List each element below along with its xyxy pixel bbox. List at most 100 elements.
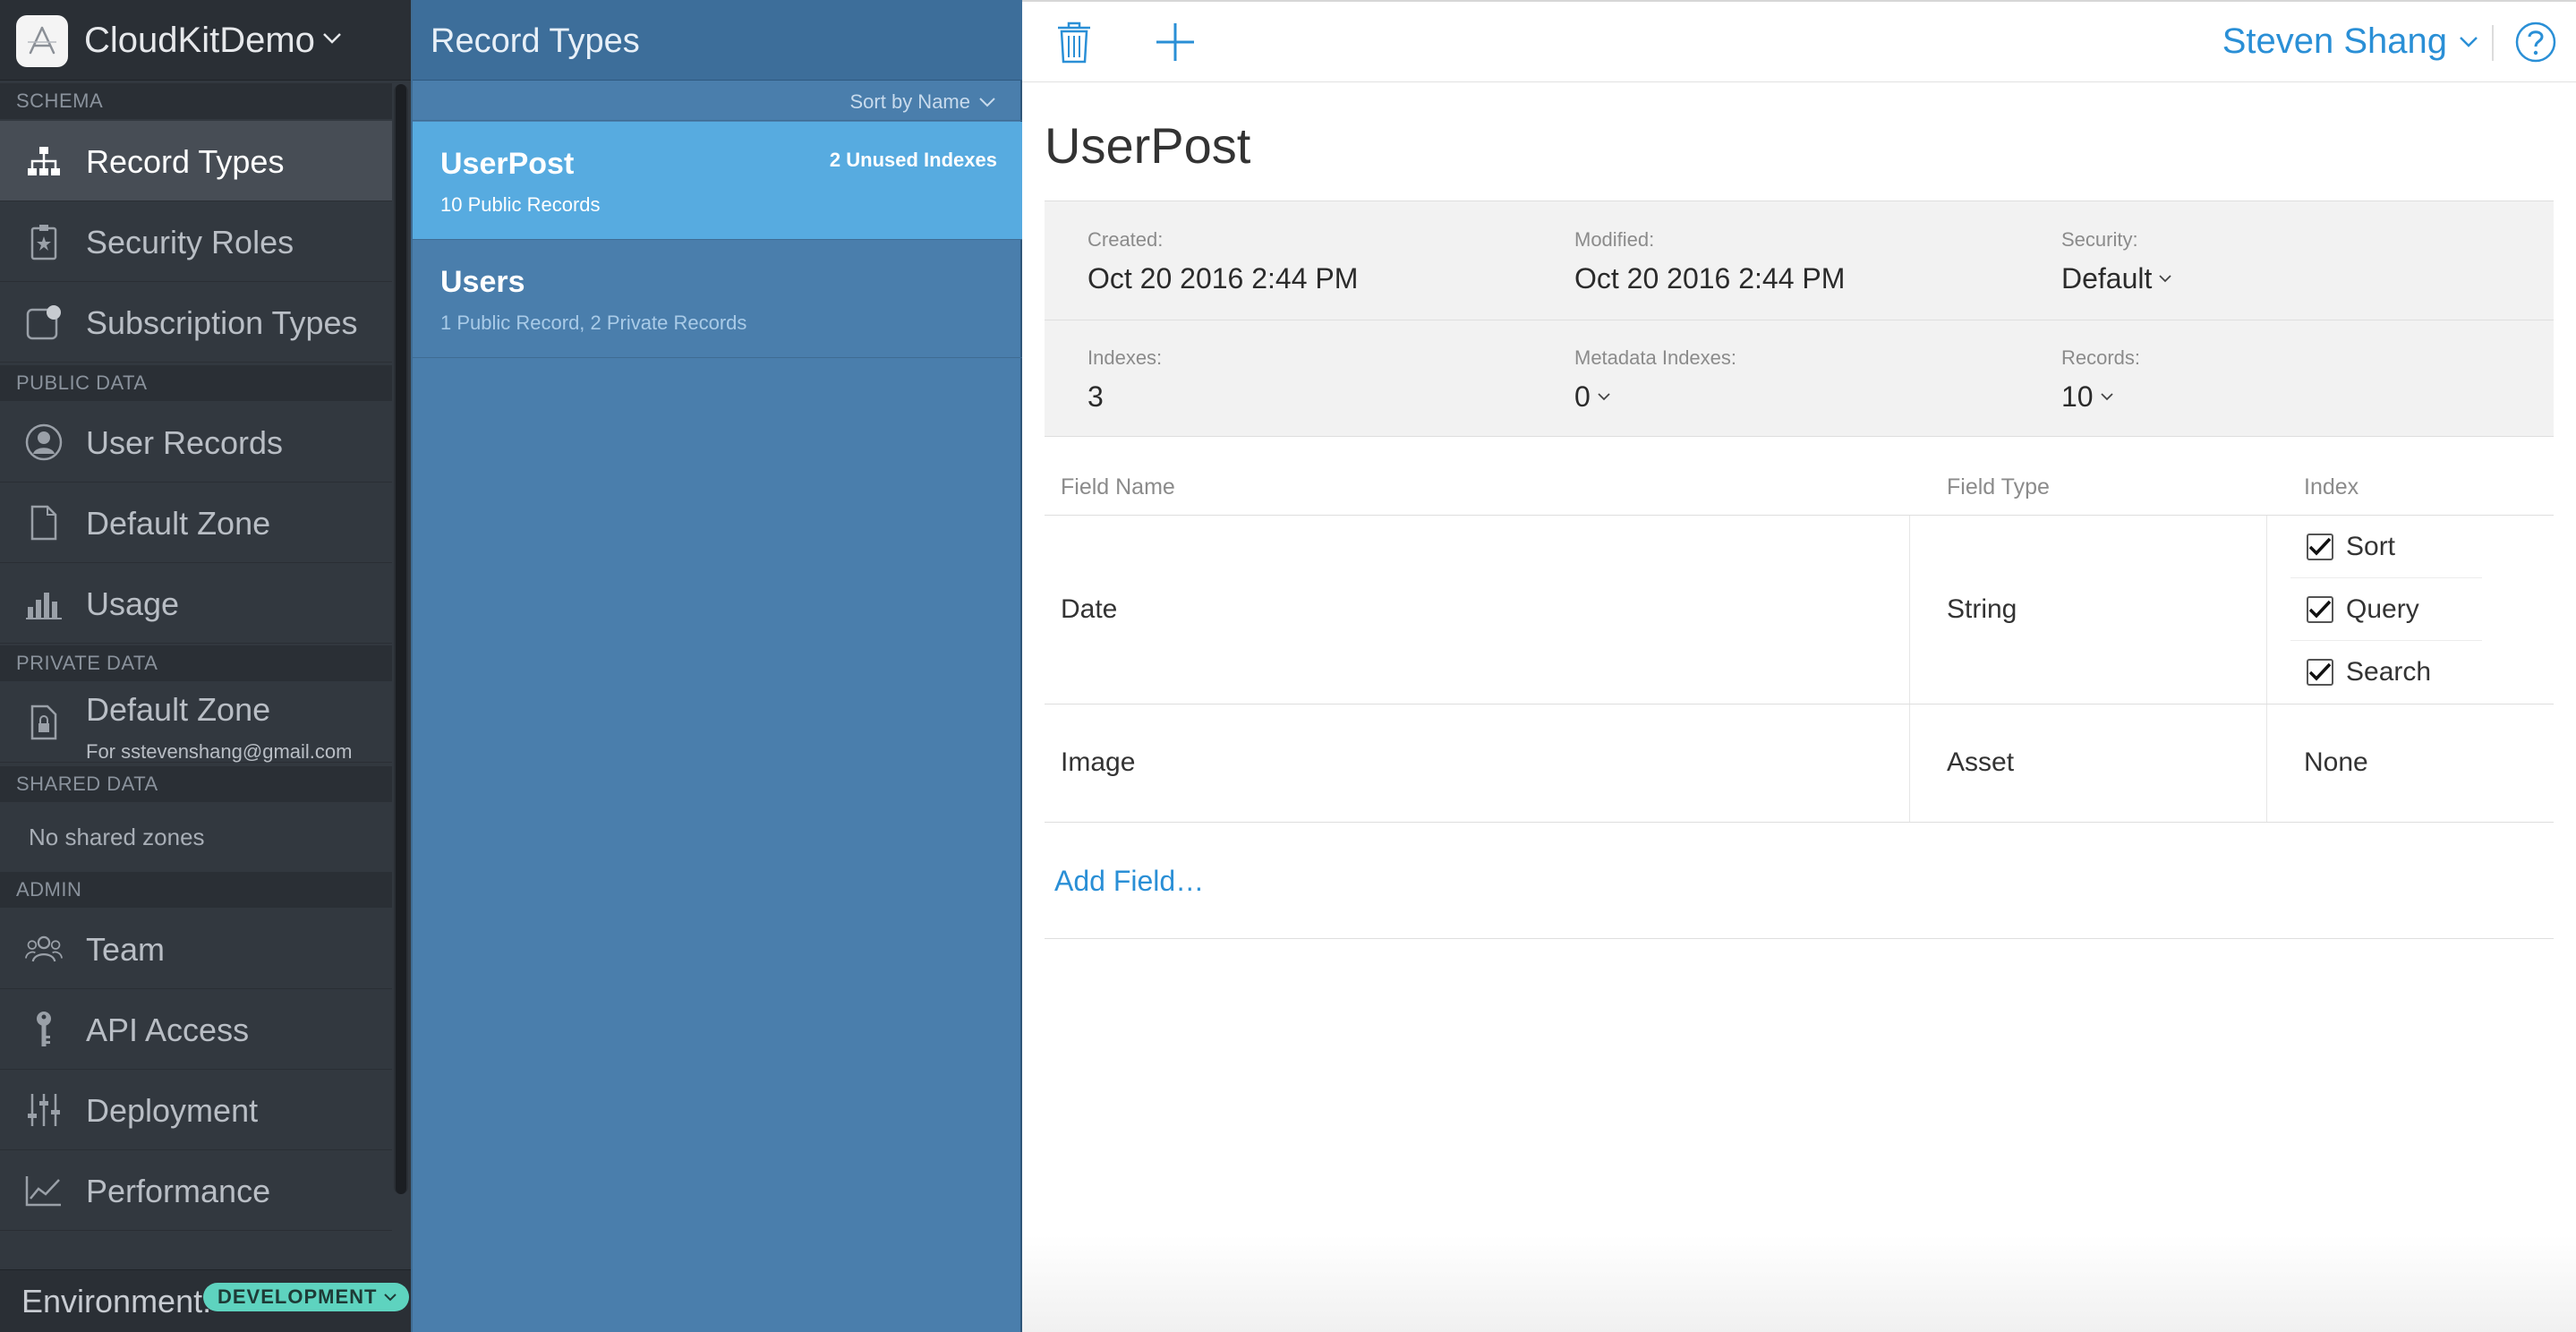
document-icon bbox=[25, 504, 63, 542]
sidebar-item-usage[interactable]: Usage bbox=[0, 563, 392, 644]
record-types-panel: Record Types Sort by Name UserPost 10 Pu… bbox=[411, 0, 1022, 1332]
trash-icon bbox=[1058, 21, 1090, 64]
no-shared-zones-text: No shared zones bbox=[29, 824, 205, 850]
lock-document-icon bbox=[25, 704, 63, 741]
environment-label: Environment: bbox=[21, 1283, 212, 1319]
sidebar-item-label: Security Roles bbox=[86, 224, 294, 260]
column-divider bbox=[1909, 516, 1910, 704]
badge-star-icon bbox=[25, 223, 63, 260]
sidebar-scrollbar[interactable] bbox=[394, 84, 408, 1194]
meta-label: Metadata Indexes: bbox=[1574, 346, 1737, 369]
query-checkbox[interactable] bbox=[2307, 595, 2333, 623]
app-switcher[interactable]: CloudKitDemo bbox=[0, 0, 411, 81]
meta-created: Created: Oct 20 2016 2:44 PM bbox=[1088, 228, 1358, 295]
sitemap-icon bbox=[25, 142, 63, 180]
meta-security: Security: Default bbox=[2061, 228, 2172, 295]
metadata-indexes-dropdown[interactable]: 0 bbox=[1574, 380, 1736, 414]
record-type-name: Users bbox=[440, 265, 525, 299]
sidebar-item-label: User Records bbox=[86, 424, 284, 461]
record-type-row-users[interactable]: Users 1 Public Record, 2 Private Records bbox=[413, 240, 1022, 358]
sidebar-item-team[interactable]: Team bbox=[0, 909, 392, 989]
sort-dropdown[interactable]: Sort by Name bbox=[850, 90, 996, 114]
sort-bar: Sort by Name bbox=[413, 81, 1022, 121]
index-option-label: Query bbox=[2346, 593, 2419, 624]
chevron-down-icon bbox=[979, 97, 995, 107]
sidebar-item-label: Default Zone bbox=[86, 691, 271, 728]
section-header-admin: ADMIN bbox=[0, 872, 392, 908]
meta-value: 0 bbox=[1574, 380, 1591, 413]
sidebar-item-label: Record Types bbox=[86, 143, 285, 180]
meta-value: 10 bbox=[2061, 380, 2094, 413]
table-row[interactable]: Date String Sort Query Search bbox=[1045, 516, 2554, 704]
section-header-shared-data: SHARED DATA bbox=[0, 766, 392, 802]
checkmark-icon bbox=[2308, 537, 2332, 556]
sidebar-item-user-records[interactable]: User Records bbox=[0, 402, 392, 482]
table-row[interactable]: Image Asset None bbox=[1045, 704, 2554, 823]
sidebar-item-deployment[interactable]: Deployment bbox=[0, 1070, 392, 1150]
checkmark-icon bbox=[2308, 662, 2332, 681]
sidebar-item-record-types[interactable]: Record Types bbox=[0, 121, 392, 201]
delete-button[interactable] bbox=[1054, 20, 1094, 64]
records-dropdown[interactable]: 10 bbox=[2061, 380, 2140, 414]
search-checkbox[interactable] bbox=[2307, 659, 2333, 686]
index-option-search[interactable]: Search bbox=[2290, 641, 2482, 704]
chevron-down-icon bbox=[2460, 36, 2478, 47]
record-type-name: UserPost bbox=[440, 147, 575, 181]
plus-icon bbox=[1156, 23, 1194, 61]
sidebar: CloudKitDemo SCHEMA Record Types Securit… bbox=[0, 0, 411, 1332]
meta-modified: Modified: Oct 20 2016 2:44 PM bbox=[1574, 228, 1845, 295]
chevron-down-icon bbox=[384, 1293, 397, 1301]
meta-indexes: Indexes: 3 bbox=[1088, 346, 1162, 414]
column-header-index: Index bbox=[2304, 474, 2359, 500]
record-types-header: Record Types bbox=[413, 0, 1022, 81]
chevron-down-icon bbox=[2100, 393, 2113, 401]
meta-value: Oct 20 2016 2:44 PM bbox=[1088, 262, 1359, 295]
line-chart-icon bbox=[25, 1172, 63, 1209]
sidebar-item-label: Team bbox=[86, 931, 166, 968]
sidebar-item-sublabel: For sstevenshang@gmail.com bbox=[86, 740, 353, 763]
sidebar-item-default-zone-public[interactable]: Default Zone bbox=[0, 482, 392, 563]
sort-checkbox[interactable] bbox=[2307, 533, 2333, 560]
user-icon bbox=[25, 423, 63, 461]
toolbar: Steven Shang bbox=[1022, 2, 2576, 82]
sidebar-item-label: Default Zone bbox=[86, 505, 271, 542]
unused-indexes-badge: 2 Unused Indexes bbox=[829, 149, 997, 171]
field-name-cell: Image bbox=[1061, 747, 1136, 777]
section-header-private-data: PRIVATE DATA bbox=[0, 645, 392, 681]
meta-value: 3 bbox=[1088, 380, 1104, 413]
bottom-shade bbox=[1022, 1235, 2576, 1332]
sidebar-item-api-access[interactable]: API Access bbox=[0, 989, 392, 1070]
index-option-query[interactable]: Query bbox=[2290, 578, 2482, 641]
metadata-box: Created: Oct 20 2016 2:44 PM Modified: O… bbox=[1045, 201, 2554, 437]
help-button[interactable] bbox=[2515, 21, 2556, 63]
checkmark-icon bbox=[2308, 600, 2332, 619]
sidebar-item-performance[interactable]: Performance bbox=[0, 1150, 392, 1231]
sidebar-item-security-roles[interactable]: Security Roles bbox=[0, 201, 392, 282]
meta-label: Indexes: bbox=[1088, 346, 1163, 369]
index-option-sort[interactable]: Sort bbox=[2290, 516, 2482, 578]
sidebar-item-label: API Access bbox=[86, 1012, 250, 1048]
add-record-type-button[interactable] bbox=[1155, 21, 1196, 63]
toolbar-divider bbox=[2492, 25, 2494, 61]
security-dropdown[interactable]: Default bbox=[2061, 262, 2172, 295]
add-field-link[interactable]: Add Field… bbox=[1054, 865, 1204, 898]
field-type-cell: String bbox=[1947, 594, 2017, 624]
sliders-icon bbox=[25, 1091, 63, 1129]
index-option-label: Sort bbox=[2346, 531, 2396, 561]
sort-label: Sort by Name bbox=[849, 90, 971, 113]
help-icon bbox=[2515, 21, 2556, 63]
section-header-schema: SCHEMA bbox=[0, 83, 392, 119]
team-icon bbox=[25, 930, 63, 968]
sidebar-item-default-zone-private[interactable]: Default Zone For sstevenshang@gmail.com bbox=[0, 682, 392, 763]
user-menu[interactable]: Steven Shang bbox=[2222, 21, 2478, 62]
sidebar-scrollbar-thumb[interactable] bbox=[396, 84, 406, 1194]
chevron-down-icon bbox=[322, 32, 342, 45]
environment-selector[interactable]: DEVELOPMENT bbox=[203, 1283, 410, 1311]
meta-label: Security: bbox=[2061, 228, 2138, 251]
chevron-down-icon bbox=[2159, 275, 2172, 283]
record-type-row-userpost[interactable]: UserPost 10 Public Records 2 Unused Inde… bbox=[413, 122, 1022, 240]
sidebar-item-subscription-types[interactable]: Subscription Types bbox=[0, 282, 392, 363]
meta-value: Default bbox=[2061, 262, 2153, 295]
index-cell[interactable]: None bbox=[2304, 747, 2368, 778]
user-name: Steven Shang bbox=[2222, 21, 2447, 61]
